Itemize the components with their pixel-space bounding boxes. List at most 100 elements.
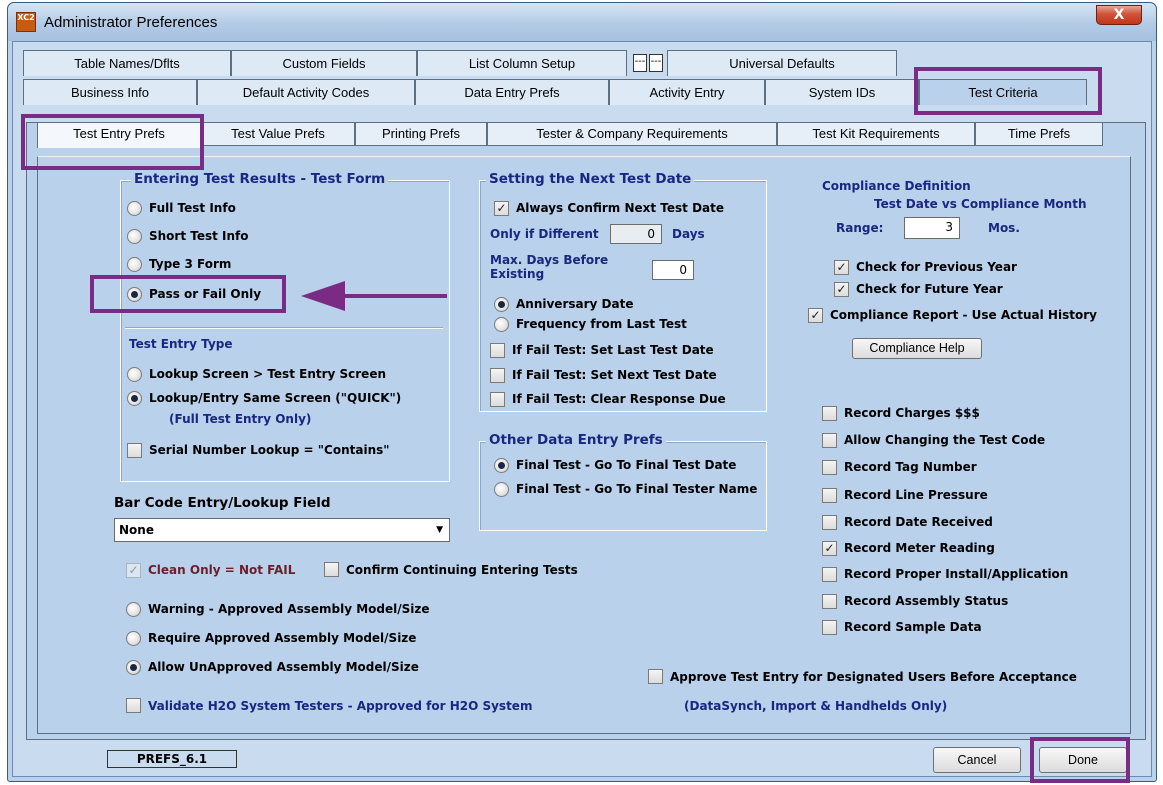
fail-clear-response-checkbox[interactable]: [490, 392, 505, 407]
title-bar: XC2 Administrator Preferences X: [8, 3, 1156, 41]
fail-set-next-checkbox[interactable]: [490, 368, 505, 383]
record-charges-checkbox[interactable]: [822, 406, 837, 421]
compliance-help-button[interactable]: Compliance Help: [852, 338, 982, 359]
record-assembly-status-checkbox[interactable]: [822, 594, 837, 609]
label-type-3-form: Type 3 Form: [149, 257, 232, 271]
done-button[interactable]: Done: [1039, 747, 1127, 773]
tab-test-value-prefs[interactable]: Test Value Prefs: [201, 122, 355, 146]
chevron-down-icon: ▼: [436, 525, 443, 535]
range-label: Range:: [836, 221, 884, 235]
label-max-days-2: Existing: [490, 267, 545, 281]
tab-time-prefs[interactable]: Time Prefs: [975, 122, 1103, 146]
approve-entry-checkbox[interactable]: [648, 669, 663, 684]
label-record-meter-reading: Record Meter Reading: [844, 541, 995, 555]
mos-label: Mos.: [988, 221, 1020, 235]
tab-test-kit-req[interactable]: Test Kit Requirements: [777, 122, 975, 146]
radio-require-approved[interactable]: [126, 631, 141, 646]
tab-business-info[interactable]: Business Info: [23, 79, 197, 105]
allow-change-code-checkbox[interactable]: [822, 433, 837, 448]
radio-quick-entry[interactable]: [127, 391, 142, 406]
label-fail-clear-response: If Fail Test: Clear Response Due: [512, 392, 726, 406]
tab-test-entry-prefs[interactable]: Test Entry Prefs: [37, 122, 201, 148]
radio-warning-approved[interactable]: [126, 602, 141, 617]
entering-results-title: Entering Test Results - Test Form: [131, 171, 389, 187]
full-entry-note: (Full Test Entry Only): [169, 412, 312, 426]
tab-custom-fields[interactable]: Custom Fields: [231, 50, 417, 76]
radio-allow-unapproved[interactable]: [126, 660, 141, 675]
bar-code-select[interactable]: None ▼: [114, 518, 450, 542]
radio-final-test-date[interactable]: [494, 458, 509, 473]
tab-small-2[interactable]: ---: [649, 54, 663, 72]
label-record-line-pressure: Record Line Pressure: [844, 488, 988, 502]
label-pass-fail-only: Pass or Fail Only: [149, 287, 262, 301]
label-only-if-different: Only if Different: [490, 227, 599, 241]
label-compliance-report: Compliance Report - Use Actual History: [830, 308, 1097, 322]
window-title: Administrator Preferences: [44, 14, 218, 31]
annotation-arrow-icon: [301, 281, 447, 311]
record-line-pressure-checkbox[interactable]: [822, 488, 837, 503]
label-max-days-1: Max. Days Before: [490, 253, 609, 267]
cancel-button[interactable]: Cancel: [933, 747, 1021, 773]
label-full-test-info: Full Test Info: [149, 201, 236, 215]
label-clean-only: Clean Only = Not FAIL: [148, 563, 296, 577]
confirm-continuing-checkbox[interactable]: [324, 562, 339, 577]
tab-small-1[interactable]: ---: [633, 54, 647, 72]
test-criteria-panel: Test Entry Prefs Test Value Prefs Printi…: [26, 122, 1146, 740]
radio-full-test-info[interactable]: [127, 201, 142, 216]
tab-activity-entry[interactable]: Activity Entry: [609, 79, 765, 105]
tab-universal-defaults[interactable]: Universal Defaults: [667, 50, 897, 76]
tab-printing-prefs[interactable]: Printing Prefs: [355, 122, 487, 146]
check-future-year[interactable]: ✓: [834, 282, 849, 297]
bar-code-label: Bar Code Entry/Lookup Field: [114, 495, 331, 511]
record-proper-install-checkbox[interactable]: [822, 567, 837, 582]
label-anniversary-date: Anniversary Date: [516, 297, 634, 311]
label-record-charges: Record Charges $$$: [844, 406, 980, 420]
label-approve-note: (DataSynch, Import & Handhelds Only): [684, 699, 948, 713]
record-sample-data-checkbox[interactable]: [822, 620, 837, 635]
clean-only-checkbox[interactable]: ✓: [126, 563, 141, 578]
radio-anniversary-date[interactable]: [494, 297, 509, 312]
tab-table-names[interactable]: Table Names/Dflts: [23, 50, 231, 76]
tab-data-entry-prefs[interactable]: Data Entry Prefs: [415, 79, 609, 105]
record-tag-checkbox[interactable]: [822, 460, 837, 475]
tab-system-ids[interactable]: System IDs: [765, 79, 919, 105]
label-require-approved: Require Approved Assembly Model/Size: [148, 631, 417, 645]
label-record-sample-data: Record Sample Data: [844, 620, 982, 634]
radio-pass-fail-only[interactable]: [127, 287, 142, 302]
label-check-previous-year: Check for Previous Year: [856, 260, 1017, 274]
record-date-received-checkbox[interactable]: [822, 515, 837, 530]
label-record-proper-install: Record Proper Install/Application: [844, 567, 1069, 581]
radio-short-test-info[interactable]: [127, 229, 142, 244]
range-input[interactable]: 3: [904, 217, 960, 239]
other-prefs-title: Other Data Entry Prefs: [486, 432, 666, 448]
validate-h2o-checkbox[interactable]: [126, 698, 141, 713]
check-previous-year[interactable]: ✓: [834, 260, 849, 275]
always-confirm-checkbox[interactable]: ✓: [494, 201, 509, 216]
app-icon: XC2: [16, 12, 36, 32]
next-test-date-title: Setting the Next Test Date: [486, 171, 695, 187]
compliance-subtitle: Test Date vs Compliance Month: [874, 197, 1087, 211]
radio-lookup-screen[interactable]: [127, 367, 142, 382]
bar-code-value: None: [119, 523, 154, 537]
serial-lookup-checkbox[interactable]: [127, 443, 142, 458]
label-record-date-received: Record Date Received: [844, 515, 993, 529]
max-days-input[interactable]: 0: [652, 260, 694, 280]
radio-final-tester-name[interactable]: [494, 482, 509, 497]
label-final-test-date: Final Test - Go To Final Test Date: [516, 458, 737, 472]
tab-list-column-setup[interactable]: List Column Setup: [417, 50, 627, 76]
label-approve-entry: Approve Test Entry for Designated Users …: [670, 670, 1077, 684]
tab-default-activity-codes[interactable]: Default Activity Codes: [197, 79, 415, 105]
compliance-report-checkbox[interactable]: ✓: [808, 308, 823, 323]
radio-type-3-form[interactable]: [127, 257, 142, 272]
tab-test-criteria[interactable]: Test Criteria: [919, 79, 1087, 105]
label-lookup-screen: Lookup Screen > Test Entry Screen: [149, 367, 387, 381]
fail-set-last-checkbox[interactable]: [490, 343, 505, 358]
radio-frequency-last-test[interactable]: [494, 317, 509, 332]
prefs-id-label: PREFS_6.1: [107, 750, 237, 768]
record-meter-reading-checkbox[interactable]: ✓: [822, 541, 837, 556]
group-divider: [125, 327, 443, 329]
tab-tester-company-req[interactable]: Tester & Company Requirements: [487, 122, 777, 146]
only-if-different-input[interactable]: 0: [610, 224, 662, 244]
close-button[interactable]: X: [1096, 5, 1142, 25]
label-allow-change-code: Allow Changing the Test Code: [844, 433, 1046, 447]
